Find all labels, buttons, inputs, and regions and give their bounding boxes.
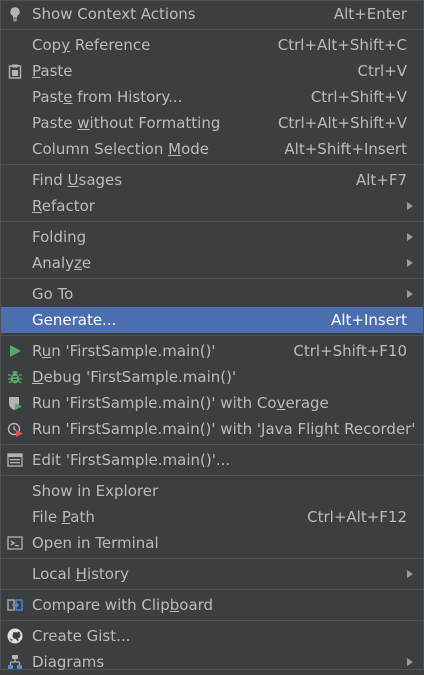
shortcut-label: Ctrl+Alt+Shift+C <box>277 36 407 54</box>
menu-item-label: Paste <box>32 62 73 80</box>
menu-item-local-history[interactable]: Local History <box>1 561 423 587</box>
menu-item-label: Diagrams <box>32 653 105 671</box>
menu-item-run-with-coverage[interactable]: Run 'FirstSample.main()' with Coverage <box>1 390 423 416</box>
submenu-arrow-icon <box>407 290 413 298</box>
separator <box>1 444 423 445</box>
compare-icon <box>7 599 23 611</box>
submenu-arrow-icon <box>407 658 413 666</box>
context-menu: Show Context Actions Alt+Enter Copy Refe… <box>0 0 424 671</box>
menu-item-column-selection-mode[interactable]: Column Selection Mode Alt+Shift+Insert <box>1 136 423 162</box>
submenu-arrow-icon <box>407 259 413 267</box>
shortcut-label: Ctrl+Alt+F12 <box>307 508 407 526</box>
menu-item-show-context-actions[interactable]: Show Context Actions Alt+Enter <box>1 1 423 27</box>
shortcut-label: Alt+F7 <box>355 171 407 189</box>
menu-item-label: Debug 'FirstSample.main()' <box>32 368 237 386</box>
shortcut-label: Ctrl+Alt+Shift+V <box>277 114 407 132</box>
shortcut-label: Alt+Insert <box>331 311 407 329</box>
menu-item-label: File Path <box>32 508 95 526</box>
separator <box>1 278 423 279</box>
submenu-arrow-icon <box>407 233 413 241</box>
menu-item-label: Column Selection Mode <box>32 140 209 158</box>
separator <box>1 475 423 476</box>
menu-item-go-to[interactable]: Go To <box>1 281 423 307</box>
menu-item-open-in-terminal[interactable]: Open in Terminal <box>1 530 423 556</box>
separator <box>1 221 423 222</box>
menu-item-refactor[interactable]: Refactor <box>1 193 423 219</box>
menu-item-find-usages[interactable]: Find Usages Alt+F7 <box>1 167 423 193</box>
shortcut-label: Alt+Shift+Insert <box>284 140 407 158</box>
menu-item-label: Copy Reference <box>32 36 151 54</box>
github-icon <box>7 628 23 644</box>
submenu-arrow-icon <box>407 202 413 210</box>
menu-item-label: Find Usages <box>32 171 123 189</box>
menu-item-copy-reference[interactable]: Copy Reference Ctrl+Alt+Shift+C <box>1 32 423 58</box>
shortcut-label: Ctrl+V <box>357 62 407 80</box>
menu-item-run-with-flight-recorder[interactable]: Run 'FirstSample.main()' with 'Java Flig… <box>1 416 423 442</box>
diagram-icon <box>8 655 22 669</box>
edit-config-icon <box>7 453 23 467</box>
menu-item-analyze[interactable]: Analyze <box>1 250 423 276</box>
clipboard-icon <box>8 64 22 79</box>
separator <box>1 335 423 336</box>
menu-item-paste-from-history[interactable]: Paste from History... Ctrl+Shift+V <box>1 84 423 110</box>
menu-item-diagrams[interactable]: Diagrams <box>1 649 423 675</box>
menu-item-label: Open in Terminal <box>32 534 159 552</box>
menu-item-folding[interactable]: Folding <box>1 224 423 250</box>
menu-item-create-gist[interactable]: Create Gist... <box>1 623 423 649</box>
separator <box>1 558 423 559</box>
separator <box>1 589 423 590</box>
menu-item-label: Paste without Formatting <box>32 114 221 132</box>
menu-item-label: Go To <box>32 285 74 303</box>
menu-item-label: Refactor <box>32 197 95 215</box>
shortcut-label: Alt+Enter <box>333 5 407 23</box>
menu-item-generate[interactable]: Generate... Alt+Insert <box>1 307 423 333</box>
coverage-shield-icon <box>9 397 22 410</box>
shortcut-label: Ctrl+Shift+V <box>310 88 407 106</box>
run-triangle-icon <box>10 345 21 357</box>
menu-item-file-path[interactable]: File Path Ctrl+Alt+F12 <box>1 504 423 530</box>
menu-item-label: Run 'FirstSample.main()' with Coverage <box>32 394 329 412</box>
submenu-arrow-icon <box>407 570 413 578</box>
menu-item-label: Folding <box>32 228 87 246</box>
menu-item-label: Compare with Clipboard <box>32 596 214 614</box>
menu-item-run[interactable]: Run 'FirstSample.main()' Ctrl+Shift+F10 <box>1 338 423 364</box>
menu-item-label: Run 'FirstSample.main()' with 'Java Flig… <box>32 420 416 438</box>
menu-item-paste[interactable]: Paste Ctrl+V <box>1 58 423 84</box>
separator <box>1 164 423 165</box>
menu-item-debug[interactable]: Debug 'FirstSample.main()' <box>1 364 423 390</box>
menu-item-label: Analyze <box>32 254 92 272</box>
menu-item-paste-without-formatting[interactable]: Paste without Formatting Ctrl+Alt+Shift+… <box>1 110 423 136</box>
separator <box>1 29 423 30</box>
menu-item-edit-configuration[interactable]: Edit 'FirstSample.main()'... <box>1 447 423 473</box>
lightbulb-icon <box>10 7 20 22</box>
shortcut-label: Ctrl+Shift+F10 <box>293 342 407 360</box>
menu-item-label: Create Gist... <box>32 627 131 645</box>
menu-item-label: Show in Explorer <box>32 482 159 500</box>
menu-item-label: Generate... <box>32 311 117 329</box>
menu-item-label: Run 'FirstSample.main()' <box>32 342 216 360</box>
separator <box>1 620 423 621</box>
menu-item-label: Show Context Actions <box>32 5 196 23</box>
menu-item-label: Edit 'FirstSample.main()'... <box>32 451 231 469</box>
terminal-icon <box>7 536 23 550</box>
menu-item-label: Local History <box>32 565 130 583</box>
menu-item-compare-with-clipboard[interactable]: Compare with Clipboard <box>1 592 423 618</box>
menu-item-show-in-explorer[interactable]: Show in Explorer <box>1 478 423 504</box>
stopwatch-run-icon <box>7 422 23 437</box>
menu-item-label: Paste from History... <box>32 88 183 106</box>
debug-bug-icon <box>8 371 22 384</box>
